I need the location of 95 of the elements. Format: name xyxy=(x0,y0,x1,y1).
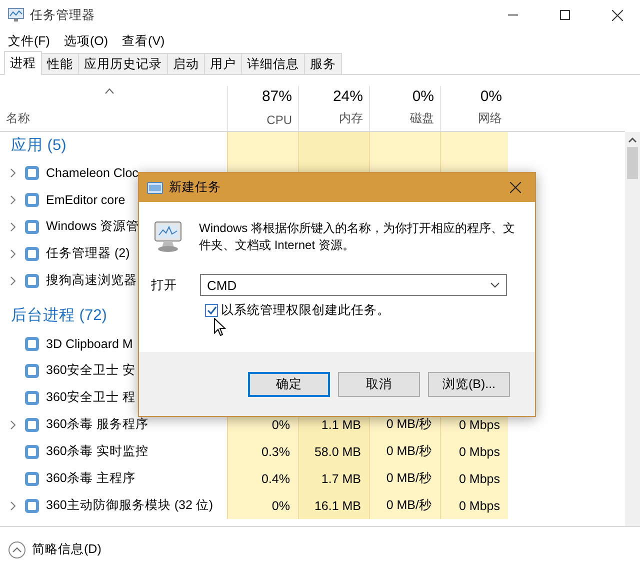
column-header-cell[interactable]: 0% 磁盘 xyxy=(369,86,440,131)
expand-chevron-icon[interactable] xyxy=(8,168,18,178)
process-name: 360杀毒 实时监控 xyxy=(46,443,148,460)
expand-chevron-icon[interactable] xyxy=(8,194,18,204)
table-cell xyxy=(440,132,508,159)
command-combobox[interactable]: CMD xyxy=(200,274,507,296)
tab[interactable]: 进程 xyxy=(4,51,42,75)
tab[interactable]: 启动 xyxy=(167,53,205,74)
expand-chevron-icon[interactable] xyxy=(8,276,18,286)
app-icon xyxy=(24,498,40,514)
app-icon xyxy=(24,218,40,234)
expand-chevron-icon[interactable] xyxy=(8,420,18,430)
process-name: 360安全卫士 程 xyxy=(46,389,136,406)
usage-total: 0% xyxy=(480,88,502,105)
table-cell: 0 Mbps xyxy=(440,465,508,492)
app-icon xyxy=(24,470,40,486)
table-cell: 0% xyxy=(227,492,298,519)
column-header-cell[interactable]: 0% 网络 xyxy=(440,86,508,131)
table-cell: 0.3% xyxy=(227,438,298,465)
group-heading: 后台进程 (72) xyxy=(11,306,107,326)
scroll-up-icon[interactable] xyxy=(628,136,637,145)
app-icon xyxy=(24,192,40,208)
table-cell: 0 Mbps xyxy=(440,438,508,465)
table-cell: 16.1 MB xyxy=(298,492,369,519)
app-icon xyxy=(24,336,40,352)
group-heading: 应用 (5) xyxy=(11,136,66,156)
column-header-cell[interactable]: 87% CPU xyxy=(227,86,298,131)
tab[interactable]: 服务 xyxy=(304,53,342,74)
expand-chevron-icon[interactable] xyxy=(8,222,18,232)
dialog-button[interactable]: 确定 xyxy=(248,372,330,396)
table-cell: 0 Mbps xyxy=(440,492,508,519)
cursor-icon xyxy=(214,318,226,337)
window-title: 任务管理器 xyxy=(30,6,96,24)
dialog-button[interactable]: 取消 xyxy=(338,372,420,396)
column-header[interactable]: 名称 xyxy=(6,110,30,127)
process-name: 360主动防御服务模块 (32 位) xyxy=(46,497,214,514)
table-cell xyxy=(227,132,298,159)
dialog-title: 新建任务 xyxy=(169,179,222,196)
app-icon xyxy=(24,390,40,406)
app-icon xyxy=(24,416,40,432)
expand-chevron-icon[interactable] xyxy=(8,500,18,510)
tab[interactable]: 详细信息 xyxy=(241,53,305,74)
app-icon xyxy=(24,444,40,460)
table-cell xyxy=(369,132,440,159)
dialog-message: Windows 将根据你所键入的名称，为你打开相应的程序、文件夹、文档或 Internet 资源。 xyxy=(199,220,516,254)
scrollbar[interactable] xyxy=(625,132,640,526)
app-icon xyxy=(24,362,40,378)
app-icon xyxy=(24,246,40,262)
menu-item[interactable]: 选项(O) xyxy=(58,32,114,50)
run-icon xyxy=(147,182,163,194)
process-name: 搜狗高速浏览器 xyxy=(46,272,137,289)
menu-item[interactable]: 查看(V) xyxy=(117,32,170,50)
table-cell: 58.0 MB xyxy=(298,438,369,465)
column-header[interactable]: 磁盘 xyxy=(410,110,434,127)
process-name: Windows 资源管 xyxy=(46,218,140,235)
task-manager-icon xyxy=(8,8,24,22)
usage-total: 24% xyxy=(332,88,363,105)
admin-checkbox[interactable] xyxy=(205,304,218,317)
process-name: 360杀毒 主程序 xyxy=(46,470,136,487)
column-header[interactable]: 内存 xyxy=(339,110,363,127)
open-label: 打开 xyxy=(151,276,178,294)
usage-total: 87% xyxy=(262,88,292,105)
tab[interactable]: 性能 xyxy=(41,53,79,74)
close-icon[interactable] xyxy=(510,182,520,193)
checkbox-label: 以系统管理权限创建此任务。 xyxy=(221,302,390,319)
column-header[interactable]: 网络 xyxy=(478,110,502,127)
process-name: EmEditor core xyxy=(46,192,126,206)
table-cell: 0 MB/秒 xyxy=(369,465,440,492)
column-header-cell[interactable]: 24% 内存 xyxy=(298,86,369,131)
process-name: 3D Clipboard M xyxy=(46,336,133,350)
scrollbar-thumb[interactable] xyxy=(627,147,638,179)
fewer-details-link[interactable]: 简略信息(D) xyxy=(32,541,102,558)
tab[interactable]: 应用历史记录 xyxy=(78,53,168,74)
process-name: 任务管理器 (2) xyxy=(46,245,130,262)
close-icon[interactable] xyxy=(612,10,622,20)
app-icon xyxy=(24,164,40,180)
dropdown-caret-icon[interactable] xyxy=(490,282,500,288)
table-cell: 0 MB/秒 xyxy=(369,492,440,519)
table-cell: 1.7 MB xyxy=(298,465,369,492)
menu-item[interactable]: 文件(F) xyxy=(3,32,55,50)
process-name: 360杀毒 服务程序 xyxy=(46,416,148,433)
table-cell xyxy=(298,132,369,159)
usage-total: 0% xyxy=(412,88,434,105)
column-header[interactable]: CPU xyxy=(266,113,292,127)
table-cell: 0 MB/秒 xyxy=(369,438,440,465)
app-icon xyxy=(24,272,40,288)
table-cell: 0.4% xyxy=(227,465,298,492)
dialog-button[interactable]: 浏览(B)... xyxy=(428,372,510,396)
process-name: 360安全卫士 安 xyxy=(46,362,136,379)
tab[interactable]: 用户 xyxy=(204,53,242,74)
sort-caret-icon[interactable] xyxy=(105,88,114,94)
collapse-circle-icon[interactable] xyxy=(8,540,26,558)
process-name: Chameleon Cloc xyxy=(46,166,138,180)
expand-chevron-icon[interactable] xyxy=(8,248,18,258)
maximize-icon[interactable] xyxy=(560,10,570,20)
